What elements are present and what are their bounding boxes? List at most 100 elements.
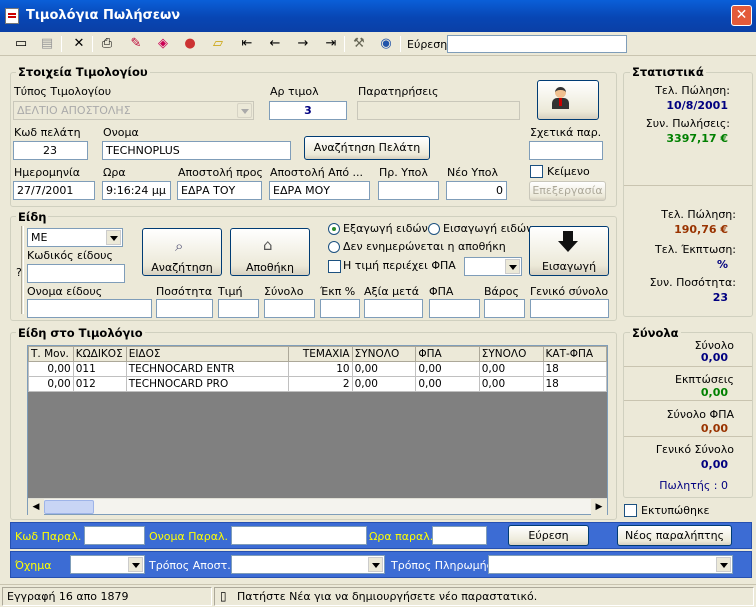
weight-field[interactable] (484, 299, 525, 318)
warehouse-label: Αποθήκη (245, 261, 295, 274)
palette-icon[interactable]: ◈ (154, 35, 172, 52)
related-docs-field[interactable] (529, 141, 603, 160)
invoice-type-select[interactable]: ΔΕΛΤΙΟ ΑΠΟΣΤΟΛΗΣ (13, 101, 254, 120)
vat-field[interactable] (429, 299, 480, 318)
recipient-code-field[interactable] (84, 526, 145, 545)
item-name-field[interactable] (27, 299, 152, 318)
text-checkbox[interactable] (530, 165, 543, 178)
cell-item: TECHNOCARD ENTR (125, 361, 289, 377)
header-vat[interactable]: ΦΠΑ (415, 346, 480, 362)
quantity-field[interactable] (156, 299, 213, 318)
search-customer-button[interactable]: Αναζήτηση Πελάτη (304, 136, 430, 160)
delete-icon[interactable]: ✕ (70, 35, 88, 52)
warehouse-button[interactable]: ⌂ Αποθήκη (230, 228, 310, 276)
scroll-right-icon[interactable]: ▶ (591, 499, 607, 515)
prev-icon[interactable]: ← (266, 35, 284, 52)
date-field[interactable]: 27/7/2001 (13, 181, 95, 200)
no-stock-update-radio[interactable] (328, 241, 340, 253)
table-row[interactable]: 0,00 012 TECHNOCARD PRO 2 0,00 0,00 0,00… (28, 376, 607, 392)
invoice-lines-grid[interactable]: Τ. Μον. ΚΩΔΙΚΟΣ ΕΙΔΟΣ ΤΕΜΑΧΙΑ ΣΥΝΟΛΟ ΦΠΑ… (27, 345, 608, 515)
time-field[interactable]: 9:16:24 μμ (102, 181, 171, 200)
value-after-field[interactable] (364, 299, 423, 318)
ship-to-field[interactable]: ΕΔΡΑ ΤΟΥ (177, 181, 262, 200)
next-icon[interactable]: → (294, 35, 312, 52)
horizontal-scrollbar[interactable]: ◀ ▶ (28, 498, 607, 515)
shipping-method-select[interactable] (231, 555, 385, 574)
open-folder-icon[interactable]: ▱ (209, 35, 227, 52)
user-icon[interactable]: ● (181, 35, 199, 52)
col-price: Τιμή (218, 285, 243, 298)
last-icon[interactable]: ⇥ (322, 35, 340, 52)
payment-method-select[interactable] (488, 555, 733, 574)
find-recipient-button[interactable]: Εύρεση (508, 525, 589, 546)
previous-balance-field[interactable] (378, 181, 439, 200)
discount-field[interactable] (320, 299, 360, 318)
refresh-icon[interactable]: ◉ (377, 35, 395, 52)
total-quantity-label: Συν. Ποσότητα: (649, 276, 736, 289)
printed-checkbox[interactable] (624, 504, 637, 517)
new-doc-icon[interactable]: ▭ (12, 35, 30, 52)
invoice-number-field[interactable]: 3 (269, 101, 347, 120)
customer-name-field[interactable]: TECHNOPLUS (102, 141, 291, 160)
price-field[interactable] (218, 299, 259, 318)
export-items-radio[interactable] (328, 223, 340, 235)
chevron-down-icon (505, 259, 520, 274)
scroll-thumb[interactable] (44, 500, 94, 514)
insert-item-label: Εισαγωγή (541, 260, 597, 273)
edit-text-button[interactable]: Επεξεργασία (529, 181, 606, 201)
search-input[interactable] (447, 35, 627, 53)
close-button[interactable]: ✕ (731, 5, 752, 26)
stats-title: Στατιστικά (630, 65, 706, 79)
ship-from-label: Αποστολή Από ... (270, 166, 364, 179)
import-items-radio[interactable] (428, 223, 440, 235)
recipient-name-field[interactable] (231, 526, 367, 545)
price-includes-vat-checkbox[interactable] (328, 260, 341, 273)
header-vat-category[interactable]: ΚΑΤ-ΦΠΑ (542, 346, 607, 362)
item-search-button[interactable]: ⌕ Αναζήτηση (142, 228, 222, 276)
grand-total-field[interactable] (530, 299, 609, 318)
import-items-label: Εισαγωγή ειδών (443, 222, 533, 235)
price-includes-vat-label: Η τιμή περιέχει ΦΠΑ (343, 259, 456, 272)
discounts-value: 0,00 (700, 386, 728, 399)
recipient-time-label: Ωρα παραλ. (369, 530, 434, 543)
notes-field[interactable] (357, 101, 520, 120)
vehicle-select[interactable] (70, 555, 145, 574)
vat-category-select[interactable] (464, 257, 522, 276)
edit-icon[interactable]: ✎ (127, 35, 145, 52)
item-code-field[interactable] (27, 264, 125, 283)
customer-name-label: Ονομα (103, 126, 139, 139)
arrow-down-icon (558, 231, 578, 253)
table-row[interactable]: 0,00 011 TECHNOCARD ENTR 10 0,00 0,00 0,… (28, 361, 607, 377)
recipient-bar: Κωδ Παραλ. Ονομα Παραλ. Ωρα παραλ. Εύρεσ… (10, 522, 752, 549)
first-icon[interactable]: ⇤ (238, 35, 256, 52)
header-unit-price[interactable]: Τ. Μον. (28, 346, 74, 362)
table-header-row: Τ. Μον. ΚΩΔΙΚΟΣ ΕΙΔΟΣ ΤΕΜΑΧΙΑ ΣΥΝΟΛΟ ΦΠΑ… (28, 346, 607, 362)
customer-code-field[interactable]: 23 (13, 141, 88, 160)
vat-total-value: 0,00 (700, 422, 728, 435)
new-balance-field[interactable]: 0 (446, 181, 507, 200)
header-code[interactable]: ΚΩΔΙΚΟΣ (72, 346, 127, 362)
ship-from-field[interactable]: ΕΔΡΑ ΜΟΥ (269, 181, 370, 200)
header-total[interactable]: ΣΥΝΟΛΟ (478, 346, 544, 362)
header-pieces[interactable]: ΤΕΜΑΧΙΑ (287, 346, 353, 362)
last-discount-value: % (716, 258, 728, 271)
tools-icon[interactable]: ⚒ (350, 35, 368, 52)
printed-label: Εκτυπώθηκε (641, 504, 710, 517)
header-item[interactable]: ΕΙΔΟΣ (125, 346, 289, 362)
new-recipient-button[interactable]: Νέος παραλήπτης (617, 525, 732, 546)
cell-unit-price: 0,00 (28, 361, 74, 377)
customer-card-button[interactable] (537, 80, 599, 120)
sum-field[interactable] (264, 299, 315, 318)
recipient-time-field[interactable] (432, 526, 487, 545)
seller-label: Πωλητής : 0 (659, 479, 728, 492)
unit-select[interactable]: ME (27, 228, 123, 247)
save-icon[interactable]: ▤ (38, 35, 56, 52)
items-group-title: Είδη (16, 210, 49, 224)
print-icon[interactable]: ⎙ (98, 35, 116, 52)
notes-label: Παρατηρήσεις (358, 85, 439, 98)
scroll-left-icon[interactable]: ◀ (28, 499, 44, 515)
totals-divider (624, 366, 752, 367)
total-quantity-value: 23 (712, 291, 728, 304)
header-sum[interactable]: ΣΥΝΟΛΟ (351, 346, 417, 362)
insert-item-button[interactable]: Εισαγωγή (529, 226, 609, 276)
